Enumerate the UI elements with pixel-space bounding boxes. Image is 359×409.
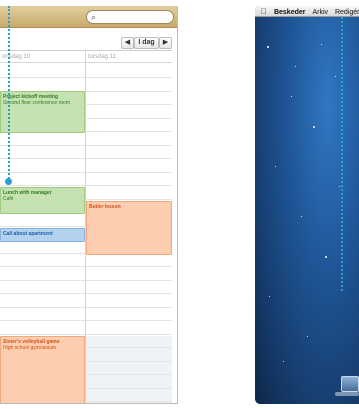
column-header-day2: torsdag 11 — [86, 51, 172, 63]
star-dot — [275, 166, 276, 167]
menu-edit[interactable]: Redigér — [335, 7, 359, 18]
column-header-day1: onsdag 10 — [0, 51, 85, 63]
star-dot — [269, 296, 270, 297]
event-lunch-with-manager[interactable]: Lunch with manager Café — [0, 187, 85, 214]
next-day-button[interactable]: ▶ — [159, 37, 172, 49]
event-butler-lesson[interactable]: Butler lesson — [86, 201, 172, 255]
calendar-window: ⌕ ◀ I dag ▶ onsdag 10 torsdag 11 Project… — [0, 6, 178, 404]
event-volleyball-game[interactable]: Sister's volleyball game High school gym… — [0, 336, 85, 403]
menu-file[interactable]: Arkiv — [312, 7, 328, 18]
hour-line — [0, 307, 172, 308]
hour-line — [0, 266, 172, 267]
dock-shelf — [335, 392, 359, 396]
star-dot — [335, 76, 336, 77]
callout-line — [8, 6, 10, 182]
hour-line — [0, 158, 172, 159]
dock-app-icon[interactable] — [341, 376, 359, 392]
star-dot — [307, 336, 308, 337]
menu-bar:  Beskeder Arkiv Redigér — [255, 6, 359, 17]
desktop-window:  Beskeder Arkiv Redigér — [255, 6, 359, 404]
star-dot — [313, 126, 315, 128]
hour-line — [0, 320, 172, 321]
hour-line — [0, 334, 172, 335]
hour-line — [0, 77, 172, 78]
star-dot — [291, 96, 292, 97]
star-dot — [283, 361, 284, 362]
star-dot — [267, 46, 269, 48]
event-title: Call about apartment — [3, 231, 53, 237]
day-grid: onsdag 10 torsdag 11 Project kickoff mee… — [0, 50, 172, 403]
callout-dot — [5, 178, 12, 185]
previous-day-button[interactable]: ◀ — [121, 37, 134, 49]
menu-app-name[interactable]: Beskeder — [274, 7, 306, 18]
search-icon: ⌕ — [91, 12, 97, 22]
star-dot — [295, 66, 296, 67]
hour-line — [0, 185, 172, 186]
search-field[interactable]: ⌕ — [86, 10, 174, 24]
event-location: Second floor conference room — [3, 100, 70, 106]
calendar-toolbar: ⌕ — [0, 6, 177, 28]
hour-line — [0, 145, 172, 146]
event-location: Café — [3, 196, 14, 202]
callout-line — [341, 17, 343, 291]
star-dot — [321, 44, 322, 45]
event-project-kickoff[interactable]: Project kickoff meeting Second floor con… — [0, 91, 85, 133]
star-dot — [325, 256, 327, 258]
event-call-about-apartment[interactable]: Call about apartment — [0, 228, 85, 242]
star-dot — [301, 216, 302, 217]
star-dot — [339, 186, 340, 187]
hour-line — [0, 172, 172, 173]
event-location: High school gymnasium — [3, 345, 57, 351]
hour-line — [0, 280, 172, 281]
hour-line — [0, 293, 172, 294]
event-title: Butler lesson — [89, 204, 121, 210]
apple-menu-icon[interactable]:  — [261, 6, 267, 17]
today-button[interactable]: I dag — [134, 37, 159, 49]
